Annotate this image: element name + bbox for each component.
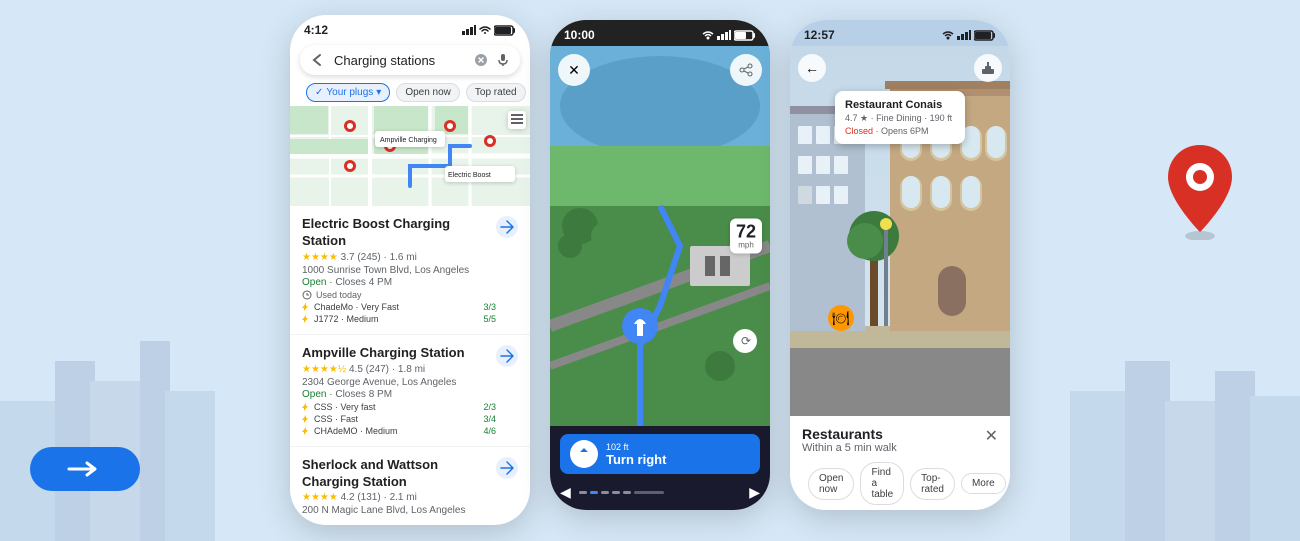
- info-card-title: Restaurant Conais: [845, 99, 955, 111]
- listing-3-meta: ★★★★ 4.2 (131) · 2.1 mi: [302, 492, 496, 503]
- status-bar-3: 12:57: [790, 20, 1010, 46]
- status-icons-1: [462, 25, 516, 36]
- battery-icon-3: [974, 30, 996, 41]
- close-nav-button[interactable]: ✕: [558, 54, 590, 86]
- info-card[interactable]: Restaurant Conais 4.7 ★ · Fine Dining · …: [835, 91, 965, 144]
- listing-2-nav-icon[interactable]: [496, 345, 518, 367]
- info-card-status: Closed · Opens 6PM: [845, 126, 955, 136]
- svg-text:Ampville Charging: Ampville Charging: [380, 137, 437, 144]
- street-view-icon[interactable]: [974, 54, 1002, 82]
- listing-1[interactable]: Electric Boost Charging Station ★★★★ 3.7…: [290, 206, 530, 335]
- listing-3[interactable]: Sherlock and Wattson Charging Station ★★…: [290, 447, 530, 525]
- listing-1-status: Open · Closes 4 PM: [302, 277, 496, 288]
- phones-container: 4:12: [0, 10, 1300, 531]
- close-panel-button[interactable]: ✕: [985, 426, 998, 446]
- filter-more[interactable]: More: [961, 473, 1006, 494]
- next-button[interactable]: ▶: [749, 484, 760, 501]
- map-svg: Ampville Charging Electric Boost: [290, 106, 530, 206]
- listing-2[interactable]: Ampville Charging Station ★★★★½ 4.5 (247…: [290, 335, 530, 447]
- charger-row-1: ChadeMo · Very Fast 3/3: [302, 302, 496, 312]
- signal-icon-2: [717, 30, 731, 40]
- listing-3-title: Sherlock and Wattson Charging Station: [302, 457, 496, 491]
- listing-1-nav-icon[interactable]: [496, 216, 518, 238]
- filter-bar: ✓ Your plugs ▾ Open now Top rated: [290, 79, 530, 106]
- signal-icon: [462, 25, 476, 35]
- battery-icon-2: [734, 30, 756, 41]
- nav-controls: ◀ ▶: [560, 480, 760, 505]
- used-today-badge: Used today: [302, 290, 496, 300]
- charger-row-3: CSS · Very fast 2/3: [302, 402, 496, 412]
- charger-row-5: CHAdeMO · Medium 4/6: [302, 426, 496, 436]
- nav-overlay-top: ✕: [558, 54, 762, 86]
- listing-2-address: 2304 George Avenue, Los Angeles: [302, 377, 496, 388]
- charger-row-4: CSS · Fast 3/4: [302, 414, 496, 424]
- nav-map: ⟳ ✕ 72 mph: [550, 46, 770, 426]
- panel-filters: Open now Find a table Top-rated More: [802, 462, 998, 505]
- direction-card: 102 ft Turn right: [560, 434, 760, 474]
- speed-badge: 72 mph: [730, 219, 762, 254]
- status-bar-1: 4:12: [290, 15, 530, 41]
- listing-2-title: Ampville Charging Station: [302, 345, 496, 362]
- signal-icon-3: [957, 30, 971, 40]
- search-text: Charging stations: [334, 53, 466, 68]
- svg-text:Electric Boost: Electric Boost: [448, 172, 491, 179]
- map-area: Ampville Charging Electric Boost: [290, 106, 530, 206]
- mic-icon[interactable]: [496, 53, 510, 67]
- poi-restaurant-badge[interactable]: 🍽: [828, 305, 854, 331]
- filter-your-plugs[interactable]: ✓ Your plugs ▾: [306, 83, 390, 102]
- battery-icon: [494, 25, 516, 36]
- street-view-area: ← Restaurant Conais 4.7 ★ · Fine Dining …: [790, 46, 1010, 416]
- clear-icon[interactable]: [474, 53, 488, 67]
- direction-icon: [570, 440, 598, 468]
- listing-1-title: Electric Boost Charging Station: [302, 216, 496, 250]
- phone-street-view: 12:57: [790, 20, 1010, 510]
- share-button[interactable]: [730, 54, 762, 86]
- listing-2-status: Open · Closes 8 PM: [302, 389, 496, 400]
- prev-button[interactable]: ◀: [560, 484, 571, 501]
- progress-bar: [579, 491, 741, 494]
- listing-1-stars: ★★★★: [302, 252, 338, 263]
- filter-top-rated-panel[interactable]: Top-rated: [910, 468, 955, 500]
- status-bar-2: 10:00: [550, 20, 770, 46]
- filter-open-now-panel[interactable]: Open now: [808, 468, 854, 500]
- phone-navigation: 10:00: [550, 20, 770, 510]
- filter-open-now[interactable]: Open now: [396, 83, 460, 102]
- time-1: 4:12: [304, 23, 328, 37]
- back-button[interactable]: ←: [798, 54, 826, 82]
- listing-3-nav-icon[interactable]: [496, 457, 518, 479]
- panel-subtitle: Within a 5 min walk: [802, 442, 897, 454]
- svg-text:⟳: ⟳: [741, 334, 751, 348]
- listing-1-address: 1000 Sunrise Town Blvd, Los Angeles: [302, 265, 496, 276]
- listing-3-address: 200 N Magic Lane Blvd, Los Angeles: [302, 505, 496, 516]
- time-2: 10:00: [564, 28, 595, 42]
- wifi-icon-3: [942, 30, 954, 40]
- nav-bottom-bar: 102 ft Turn right ◀ ▶: [550, 426, 770, 510]
- bottom-panel: Restaurants Within a 5 min walk ✕ Open n…: [790, 416, 1010, 510]
- phone-charging-stations: 4:12: [290, 15, 530, 525]
- panel-title: Restaurants: [802, 426, 897, 442]
- filter-find-table[interactable]: Find a table: [860, 462, 904, 505]
- sv-top-buttons: ←: [798, 54, 1002, 82]
- listing-2-meta: ★★★★½ 4.5 (247) · 1.8 mi: [302, 364, 496, 375]
- filter-top-rated[interactable]: Top rated: [466, 83, 526, 102]
- listing-1-meta: ★★★★ 3.7 (245) · 1.6 mi: [302, 252, 496, 263]
- search-bar[interactable]: Charging stations: [300, 45, 520, 75]
- time-3: 12:57: [804, 28, 835, 42]
- charger-row-2: J1772 · Medium 5/5: [302, 314, 496, 324]
- wifi-icon: [479, 25, 491, 35]
- wifi-icon-2: [702, 30, 714, 40]
- back-arrow-icon[interactable]: [310, 52, 326, 68]
- info-card-meta: 4.7 ★ · Fine Dining · 190 ft: [845, 113, 955, 124]
